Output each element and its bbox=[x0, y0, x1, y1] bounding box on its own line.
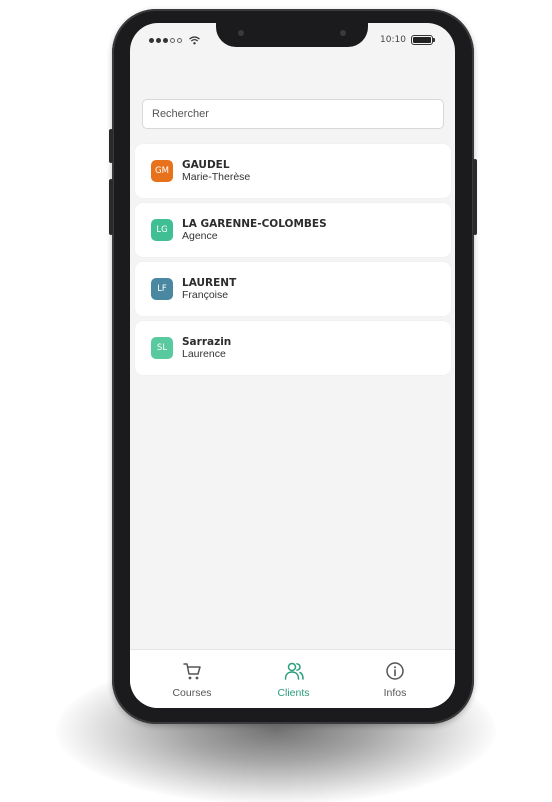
users-icon bbox=[284, 662, 304, 680]
power-button bbox=[473, 159, 477, 235]
client-name: LA GARENNE-COLOMBES bbox=[182, 217, 327, 230]
wifi-icon bbox=[189, 36, 200, 45]
tab-courses[interactable]: Courses bbox=[162, 650, 222, 708]
volume-down-button bbox=[109, 179, 113, 235]
client-row[interactable]: SL Sarrazin Laurence bbox=[135, 321, 451, 375]
client-row[interactable]: GM GAUDEL Marie-Therèse bbox=[135, 144, 451, 198]
tab-label: Clients bbox=[277, 687, 310, 699]
info-icon bbox=[386, 662, 404, 680]
search-input[interactable]: Rechercher bbox=[142, 99, 444, 129]
client-avatar: GM bbox=[151, 160, 173, 182]
client-name: Sarrazin bbox=[182, 335, 232, 348]
client-avatar: LG bbox=[151, 219, 173, 241]
client-name: GAUDEL bbox=[182, 158, 230, 171]
client-list: GM GAUDEL Marie-Therèse LG LA GARENNE-CO… bbox=[135, 144, 451, 380]
client-subtitle: Laurence bbox=[182, 347, 226, 360]
stage: 10:10 Rechercher GM GAUDEL Marie-Therèse… bbox=[0, 0, 552, 802]
status-time: 10:10 bbox=[380, 35, 406, 45]
client-subtitle: Agence bbox=[182, 229, 218, 242]
client-subtitle: Françoise bbox=[182, 288, 229, 301]
client-row[interactable]: LG LA GARENNE-COLOMBES Agence bbox=[135, 203, 451, 257]
phone-screen: 10:10 Rechercher GM GAUDEL Marie-Therèse… bbox=[130, 23, 455, 708]
client-name: LAURENT bbox=[182, 276, 237, 289]
tab-bar: Courses Clients Infos bbox=[130, 649, 455, 708]
client-row[interactable]: LF LAURENT Françoise bbox=[135, 262, 451, 316]
client-avatar: LF bbox=[151, 278, 173, 300]
volume-up-button bbox=[109, 129, 113, 163]
phone-frame: 10:10 Rechercher GM GAUDEL Marie-Therèse… bbox=[109, 9, 477, 724]
client-subtitle: Marie-Therèse bbox=[182, 170, 251, 183]
tab-label: Infos bbox=[383, 687, 407, 699]
client-avatar: SL bbox=[151, 337, 173, 359]
tab-label: Courses bbox=[172, 687, 212, 699]
signal-dots-icon bbox=[149, 36, 200, 45]
cart-icon bbox=[183, 663, 201, 680]
tab-infos[interactable]: Infos bbox=[365, 650, 425, 708]
tab-clients[interactable]: Clients bbox=[264, 650, 324, 708]
battery-icon bbox=[411, 35, 435, 45]
camera-notch bbox=[216, 23, 368, 47]
